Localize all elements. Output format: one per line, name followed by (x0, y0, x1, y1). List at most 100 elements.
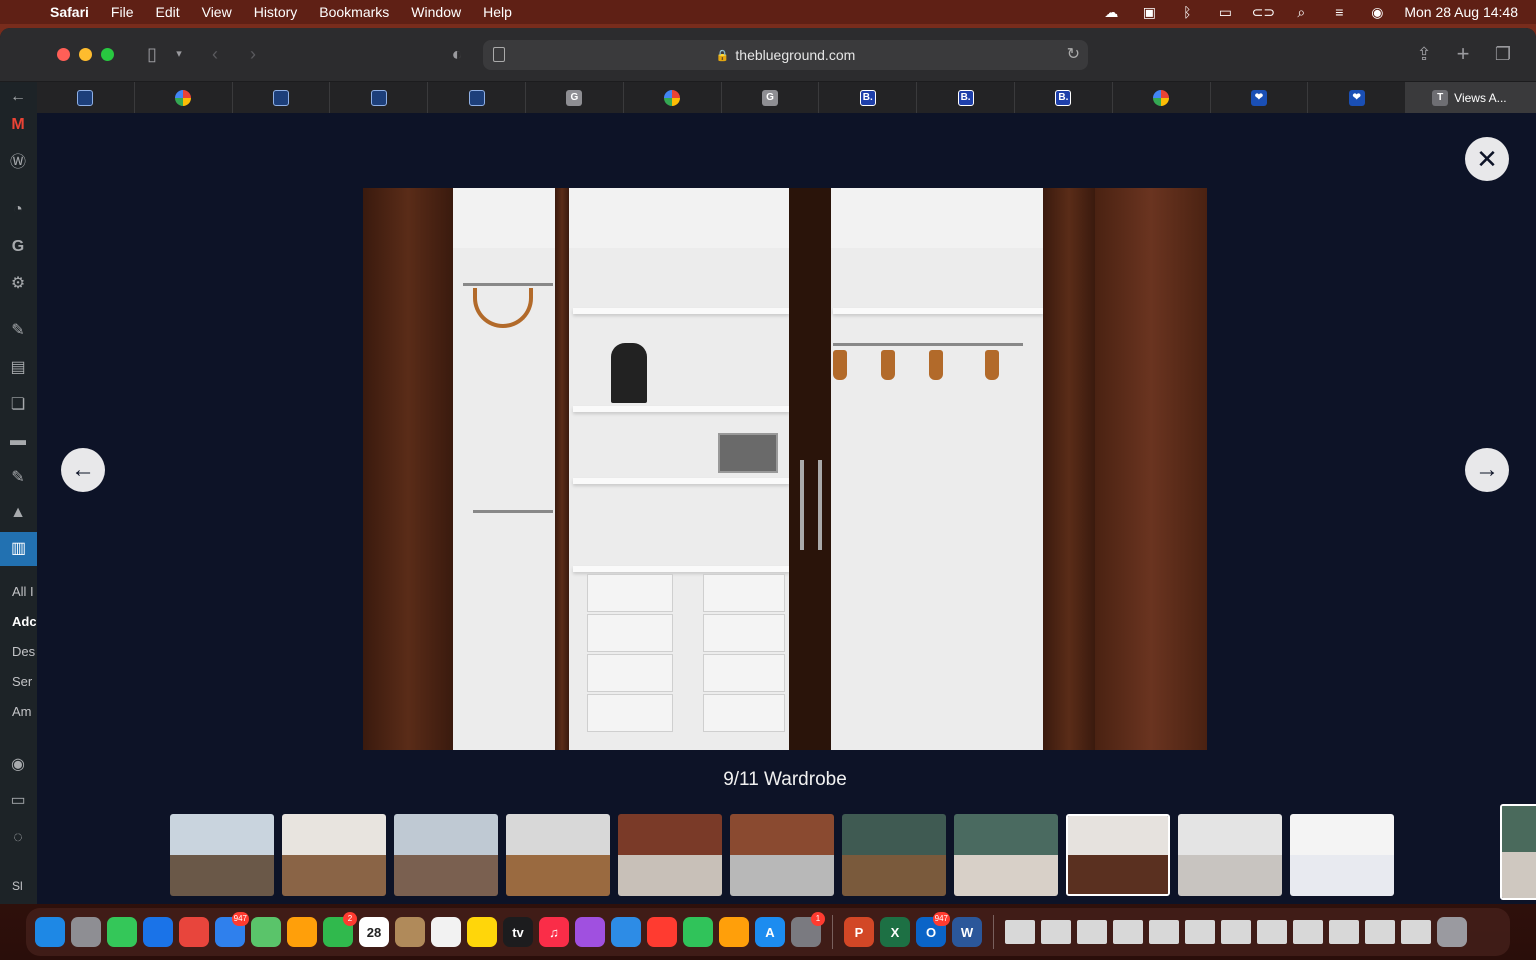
minimize-window-button[interactable] (79, 48, 92, 61)
maps-icon[interactable] (251, 917, 281, 947)
podcasts-icon[interactable] (575, 917, 605, 947)
screen-mirror-icon[interactable]: ⊂⊃ (1244, 4, 1282, 21)
loader-icon[interactable]: ◌ (7, 827, 29, 849)
browser-tab[interactable]: B. (917, 82, 1015, 113)
gmail-icon[interactable]: M (7, 114, 29, 136)
wordpress-icon[interactable]: Ⓦ (7, 152, 29, 174)
elementor-icon[interactable]: ◉ (7, 754, 29, 776)
facetime-icon[interactable]: 2 (323, 912, 357, 947)
browser-tab[interactable] (233, 82, 331, 113)
reminders-icon[interactable] (431, 917, 461, 947)
tab-overview-icon[interactable]: ❐ (1492, 42, 1514, 66)
forward-icon[interactable]: › (243, 42, 263, 66)
browser-tab[interactable] (428, 82, 526, 113)
numbers-icon[interactable] (683, 917, 713, 947)
launchpad-icon[interactable] (71, 917, 101, 947)
excel-icon[interactable]: X (880, 917, 910, 947)
chrome-icon[interactable] (179, 917, 209, 947)
g-plugin-icon[interactable]: G (7, 236, 29, 258)
minimized-window-thumbnail[interactable] (1005, 920, 1035, 944)
previous-image-button[interactable]: ← (61, 448, 105, 492)
settings-gear-icon[interactable]: ⚙ (7, 273, 29, 295)
search-icon[interactable]: ⌕ (1282, 4, 1320, 21)
living-room-window-thumbnail[interactable] (394, 814, 498, 896)
living-room-thumbnail[interactable] (170, 814, 274, 896)
minimized-window-thumbnail[interactable] (1293, 920, 1323, 944)
folder-icon[interactable]: ▭ (7, 790, 29, 812)
comments-icon[interactable]: ▬ (7, 430, 29, 452)
browser-tab[interactable] (37, 82, 135, 113)
reader-icon[interactable] (493, 47, 505, 62)
menu-view[interactable]: View (202, 4, 232, 20)
browser-tab[interactable]: B. (1015, 82, 1113, 113)
privacy-shield-icon[interactable]: ◐ (447, 42, 467, 66)
siri-icon[interactable]: ◉ (1358, 4, 1396, 21)
pin-icon[interactable]: ✎ (7, 320, 29, 342)
photos-icon[interactable] (287, 917, 317, 947)
contacts-icon[interactable] (395, 917, 425, 947)
app-store-icon[interactable]: A (755, 917, 785, 947)
wp-menu-ser[interactable]: Ser (12, 674, 36, 689)
bedroom-preview-thumbnail[interactable] (1500, 804, 1536, 900)
browser-tab[interactable]: G (722, 82, 820, 113)
wp-menu-all[interactable]: All I (12, 584, 36, 599)
dashboard-icon[interactable]: ◔ (7, 199, 29, 221)
pages-icon[interactable] (719, 917, 749, 947)
minimized-window-thumbnail[interactable] (1221, 920, 1251, 944)
wp-menu-am[interactable]: Am (12, 704, 36, 719)
minimized-window-thumbnail[interactable] (1113, 920, 1143, 944)
minimized-window-thumbnail[interactable] (1077, 920, 1107, 944)
bedroom-thumbnail[interactable] (954, 814, 1058, 896)
keynote-icon[interactable] (611, 917, 641, 947)
browser-tab[interactable]: G (526, 82, 624, 113)
back-icon[interactable]: ‹ (205, 42, 225, 66)
pin-2-icon[interactable]: ✎ (7, 467, 29, 489)
pages-icon[interactable]: ❏ (7, 394, 29, 416)
menu-bookmarks[interactable]: Bookmarks (319, 4, 389, 20)
address-bar[interactable]: 🔒 theblueground.com ↻ (483, 40, 1088, 70)
reload-icon[interactable]: ↻ (1067, 44, 1080, 64)
powerpoint-icon[interactable]: P (844, 917, 874, 947)
bedroom-green-thumbnail[interactable] (842, 814, 946, 896)
menu-app-safari[interactable]: Safari (50, 4, 89, 20)
browser-tab[interactable] (624, 82, 722, 113)
close-lightbox-button[interactable]: ✕ (1465, 137, 1509, 181)
safari-icon[interactable] (143, 917, 173, 947)
browser-tab[interactable]: ❤ (1211, 82, 1309, 113)
bathroom-thumbnail[interactable] (1178, 814, 1282, 896)
news-icon[interactable] (647, 917, 677, 947)
wardrobe-thumbnail[interactable] (1066, 814, 1170, 896)
menu-clock[interactable]: Mon 28 Aug 14:48 (1404, 4, 1518, 20)
outlook-status-icon[interactable]: ▣ (1130, 4, 1168, 21)
menu-help[interactable]: Help (483, 4, 512, 20)
finder-icon[interactable] (35, 917, 65, 947)
education-icon[interactable]: ▲ (7, 502, 29, 524)
media-icon[interactable]: ▤ (7, 357, 29, 379)
messages-icon[interactable] (107, 917, 137, 947)
battery-icon[interactable]: ▭ (1206, 4, 1244, 21)
browser-tab[interactable] (1113, 82, 1211, 113)
icloud-icon[interactable]: ☁ (1092, 4, 1130, 21)
outlook-icon[interactable]: O 947 (916, 912, 950, 947)
bluetooth-icon[interactable]: ᛒ (1168, 4, 1206, 20)
minimized-window-thumbnail[interactable] (1365, 920, 1395, 944)
dining-thumbnail[interactable] (506, 814, 610, 896)
close-window-button[interactable] (57, 48, 70, 61)
building-icon[interactable]: ▥ (0, 532, 37, 566)
living-room-tv-thumbnail[interactable] (282, 814, 386, 896)
kitchen-thumbnail[interactable] (618, 814, 722, 896)
browser-tab[interactable] (135, 82, 233, 113)
new-tab-icon[interactable]: + (1452, 42, 1474, 66)
wp-menu-des[interactable]: Des (12, 644, 36, 659)
control-center-icon[interactable]: ≡ (1320, 4, 1358, 20)
back-arrow-icon[interactable]: ← (7, 86, 29, 108)
browser-tab[interactable]: B. (819, 82, 918, 113)
menu-file[interactable]: File (111, 4, 134, 20)
browser-tab-active[interactable]: T Views A... (1406, 82, 1536, 113)
menu-history[interactable]: History (254, 4, 298, 20)
wp-menu-add[interactable]: Adc (12, 614, 36, 629)
menu-window[interactable]: Window (411, 4, 461, 20)
minimized-window-thumbnail[interactable] (1149, 920, 1179, 944)
next-image-button[interactable]: → (1465, 448, 1509, 492)
minimized-window-thumbnail[interactable] (1185, 920, 1215, 944)
